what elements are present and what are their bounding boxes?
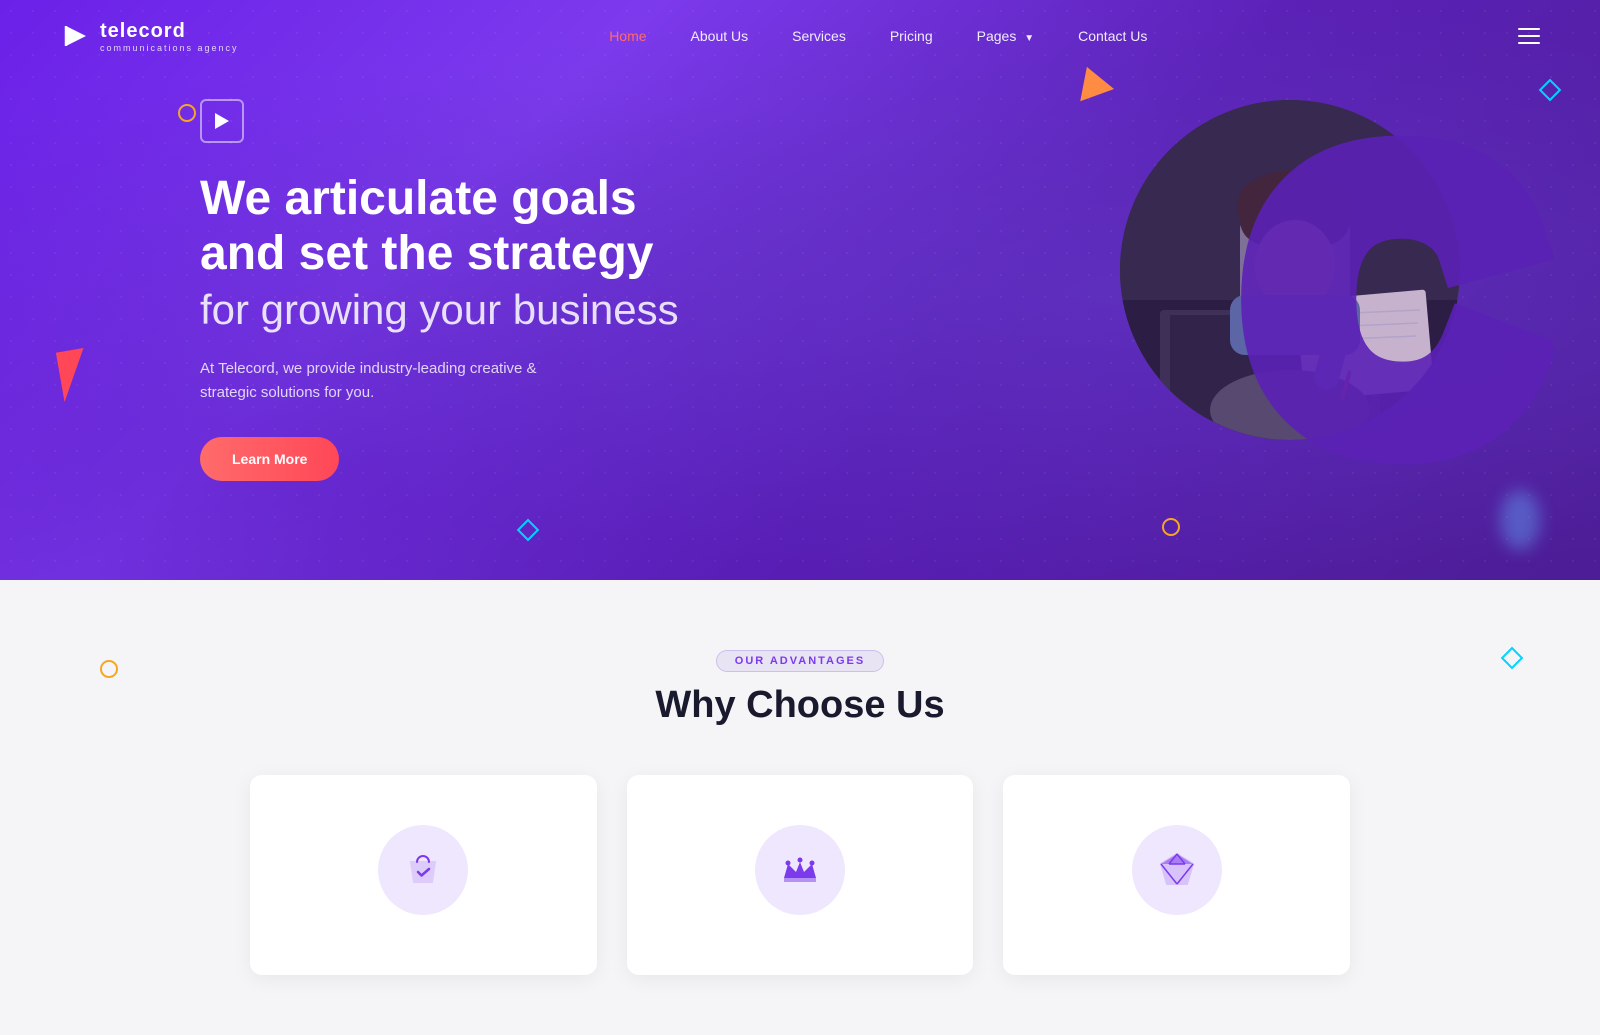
nav-link-home[interactable]: Home: [587, 0, 668, 72]
hero-content: We articulate goals and set the strategy…: [0, 99, 700, 482]
play-button[interactable]: [200, 99, 244, 143]
orange-circle-deco: [1162, 518, 1180, 536]
brand-name: telecord: [100, 20, 239, 43]
chevron-down-icon: ▼: [1024, 33, 1034, 44]
nav-item-contact[interactable]: Contact Us: [1056, 0, 1169, 72]
card-icon-premium-wrap: [1132, 825, 1222, 915]
section-badge: OUR ADVANTAGES: [716, 650, 884, 672]
card-icon-best-wrap: [755, 825, 845, 915]
hero-c-letter: C: [1256, 110, 1530, 490]
yellow-circle-sec-deco: [100, 660, 118, 678]
nav-item-pricing[interactable]: Pricing: [868, 0, 955, 72]
logo-link[interactable]: telecord communications agency: [60, 20, 239, 53]
hamburger-button[interactable]: [1518, 28, 1540, 44]
card-best: [627, 775, 974, 975]
hamburger-line-2: [1518, 35, 1540, 37]
card-quality: [250, 775, 597, 975]
nav-item-services[interactable]: Services: [770, 0, 868, 72]
card-icon-quality-wrap: [378, 825, 468, 915]
hero-image-area: C: [1100, 80, 1520, 500]
logo-icon: [60, 20, 92, 52]
nav-link-services[interactable]: Services: [770, 0, 868, 72]
nav-links: Home About Us Services Pricing Pages ▼ C…: [587, 0, 1169, 72]
card-premium: [1003, 775, 1350, 975]
section-badge-wrap: OUR ADVANTAGES: [60, 650, 1540, 672]
hero-cta-button[interactable]: Learn More: [200, 437, 339, 481]
hero-title-bold: We articulate goals and set the strategy: [200, 171, 700, 281]
navbar: telecord communications agency Home Abou…: [0, 0, 1600, 72]
brand-tagline: communications agency: [100, 43, 239, 53]
hamburger-line-3: [1518, 42, 1540, 44]
hero-description: At Telecord, we provide industry-leading…: [200, 357, 560, 405]
nav-item-home[interactable]: Home: [587, 0, 668, 72]
nav-link-pages[interactable]: Pages ▼: [955, 0, 1057, 72]
nav-item-about[interactable]: About Us: [669, 0, 771, 72]
why-choose-section: OUR ADVANTAGES Why Choose Us: [0, 580, 1600, 1035]
nav-link-pricing[interactable]: Pricing: [868, 0, 955, 72]
shopping-bag-check-icon: [401, 848, 445, 892]
crown-icon: [778, 848, 822, 892]
nav-link-about[interactable]: About Us: [669, 0, 771, 72]
hero-title-light: for growing your business: [200, 285, 700, 335]
nav-item-pages[interactable]: Pages ▼: [955, 0, 1057, 72]
hamburger-line-1: [1518, 28, 1540, 30]
diamond-icon: [1155, 848, 1199, 892]
section-title: Why Choose Us: [60, 684, 1540, 727]
cards-grid: [250, 775, 1350, 975]
hero-section: We articulate goals and set the strategy…: [0, 0, 1600, 580]
nav-link-contact[interactable]: Contact Us: [1056, 0, 1169, 72]
